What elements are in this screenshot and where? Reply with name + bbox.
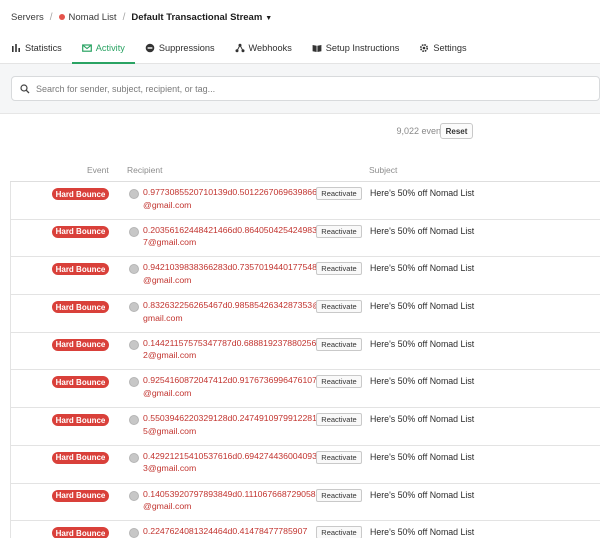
breadcrumb-separator: /	[49, 11, 53, 23]
breadcrumb-servers-link[interactable]: Servers	[11, 12, 44, 23]
stream-selector[interactable]: Default Transactional Stream ▼	[131, 12, 272, 23]
bar-chart-icon	[11, 43, 21, 53]
table-row[interactable]: Hard Bounce 0.9773085520710139d0.5012267…	[10, 182, 600, 220]
table-row[interactable]: Hard Bounce 0.9254160872047412d0.9176736…	[10, 370, 600, 409]
subject-text: Here's 50% off Nomad List	[370, 489, 475, 500]
table-row[interactable]: Hard Bounce 0.1442115757534778​7d0.68881…	[10, 332, 600, 371]
tab-label: Activity	[95, 42, 125, 53]
recipient-avatar-icon	[129, 226, 139, 237]
tab-suppressions[interactable]: Suppressions	[135, 33, 225, 64]
recipient-email[interactable]: 0.2247624081324464d0.41478477785907	[143, 525, 321, 538]
hard-bounce-badge: Hard Bounce	[52, 188, 109, 200]
tab-label: Setup Instructions	[325, 42, 400, 53]
reactivate-button[interactable]: Reactivate	[316, 488, 362, 502]
top-bar: Servers / Nomad List / Default Transacti…	[0, 0, 600, 64]
tab-label: Webhooks	[248, 42, 292, 53]
recipient-avatar-icon	[129, 377, 139, 388]
recipient-avatar-icon	[129, 490, 139, 501]
recipient-avatar-icon	[129, 339, 139, 350]
search-area	[0, 64, 600, 114]
column-header-recipient: Recipient	[127, 165, 163, 175]
webhook-icon	[235, 43, 245, 53]
subject-text: Here's 50% off Nomad List	[370, 414, 475, 425]
search-box[interactable]	[11, 76, 600, 101]
subject-text: Here's 50% off Nomad List	[370, 225, 475, 236]
tab-bar: Statistics Activity Suppressions Webhook…	[0, 33, 600, 64]
reactivate-button[interactable]: Reactivate	[316, 450, 362, 464]
stream-name: Default Transactional Stream	[131, 11, 263, 23]
search-icon	[20, 83, 30, 93]
hard-bounce-badge: Hard Bounce	[52, 338, 109, 351]
recipient-avatar-icon	[129, 415, 139, 426]
breadcrumb-server-link[interactable]: Nomad List	[69, 12, 117, 23]
subject-text: Here's 50% off Nomad List	[370, 263, 475, 274]
hard-bounce-badge: Hard Bounce	[52, 301, 109, 314]
reactivate-button[interactable]: Reactivate	[316, 526, 362, 538]
tab-activity[interactable]: Activity	[71, 33, 135, 64]
hard-bounce-badge: Hard Bounce	[52, 527, 109, 538]
reactivate-button[interactable]: Reactivate	[316, 187, 362, 200]
book-icon	[312, 43, 322, 53]
hard-bounce-badge: Hard Bounce	[52, 376, 109, 389]
tab-label: Statistics	[25, 42, 62, 53]
recipient-email[interactable]: 0.5503946220329128d0.24749109799122815@g…	[143, 412, 321, 437]
column-header-subject: Subject	[369, 165, 398, 175]
hard-bounce-badge: Hard Bounce	[52, 414, 109, 427]
recipient-avatar-icon	[129, 302, 139, 313]
subject-text: Here's 50% off Nomad List	[370, 527, 475, 538]
reactivate-button[interactable]: Reactivate	[316, 224, 362, 238]
tab-label: Suppressions	[158, 42, 215, 53]
table-row[interactable]: Hard Bounce 0.9421039838366283d0.7357019…	[10, 257, 600, 296]
recipient-email[interactable]: 0.1405392079789384​9d0.1110676687290586@…	[143, 488, 321, 513]
recipient-avatar-icon	[129, 189, 139, 199]
gear-icon	[419, 43, 429, 53]
recipient-email[interactable]: 0.832632256265467d0.9858542634287353@gma…	[143, 299, 321, 324]
recipient-avatar-icon	[129, 452, 139, 463]
recipient-email[interactable]: 0.9421039838366283d0.7357019440177548@gm…	[143, 261, 321, 286]
minus-circle-icon	[145, 43, 155, 53]
table-row[interactable]: Hard Bounce 0.20356162448421466d0.864050…	[10, 219, 600, 258]
subject-text: Here's 50% off Nomad List	[370, 188, 475, 198]
subject-text: Here's 50% off Nomad List	[370, 338, 475, 349]
reactivate-button[interactable]: Reactivate	[316, 375, 362, 389]
reset-button[interactable]: Reset	[440, 123, 473, 139]
recipient-email[interactable]: 0.9773085520710139d0.5012267069639866@gm…	[143, 186, 321, 211]
reactivate-button[interactable]: Reactivate	[316, 300, 362, 314]
reactivate-button[interactable]: Reactivate	[316, 413, 362, 427]
reactivate-button[interactable]: Reactivate	[316, 337, 362, 351]
table-row[interactable]: Hard Bounce 0.4292121541053761​6d0.69427…	[10, 445, 600, 484]
recipient-email[interactable]: 0.9254160872047412d0.9176736996476107@gm…	[143, 374, 321, 399]
activity-table: Hard Bounce 0.9773085520710139d0.5012267…	[10, 181, 600, 538]
tab-webhooks[interactable]: Webhooks	[225, 33, 302, 64]
hard-bounce-badge: Hard Bounce	[52, 489, 109, 502]
tab-label: Settings	[433, 42, 467, 53]
tab-settings[interactable]: Settings	[409, 33, 476, 64]
hard-bounce-badge: Hard Bounce	[52, 263, 109, 276]
tab-setup-instructions[interactable]: Setup Instructions	[302, 33, 410, 64]
chevron-down-icon: ▼	[265, 14, 273, 22]
subject-text: Here's 50% off Nomad List	[370, 451, 475, 462]
table-row[interactable]: Hard Bounce 0.5503946220329128d0.2474910…	[10, 408, 600, 446]
recipient-avatar-icon	[129, 264, 139, 275]
hard-bounce-badge: Hard Bounce	[52, 225, 109, 238]
recipient-avatar-icon	[129, 528, 139, 538]
recipient-email[interactable]: 0.4292121541053761​6d0.6942744360040933@…	[143, 450, 321, 475]
envelope-icon	[81, 43, 92, 53]
reactivate-button[interactable]: Reactivate	[316, 262, 362, 276]
server-status-dot	[58, 14, 65, 20]
hard-bounce-badge: Hard Bounce	[52, 451, 109, 464]
breadcrumb: Servers / Nomad List / Default Transacti…	[11, 10, 272, 24]
subject-text: Here's 50% off Nomad List	[370, 301, 475, 312]
subject-text: Here's 50% off Nomad List	[370, 376, 475, 387]
recipient-email[interactable]: 0.1442115757534778​7d0.6888192378802562@…	[143, 337, 321, 362]
tab-statistics[interactable]: Statistics	[0, 33, 72, 64]
table-row[interactable]: Hard Bounce 0.832632256265467d0.98585426…	[10, 295, 600, 333]
recipient-email[interactable]: 0.20356162448421466d0.8640504254249837@g…	[143, 224, 321, 249]
table-row[interactable]: Hard Bounce 0.1405392079789384​9d0.11106…	[10, 483, 600, 522]
search-input[interactable]	[36, 83, 556, 94]
breadcrumb-separator: /	[122, 11, 126, 23]
column-header-event: Event	[87, 165, 109, 175]
table-row[interactable]: Hard Bounce 0.2247624081324464d0.4147847…	[10, 521, 600, 538]
